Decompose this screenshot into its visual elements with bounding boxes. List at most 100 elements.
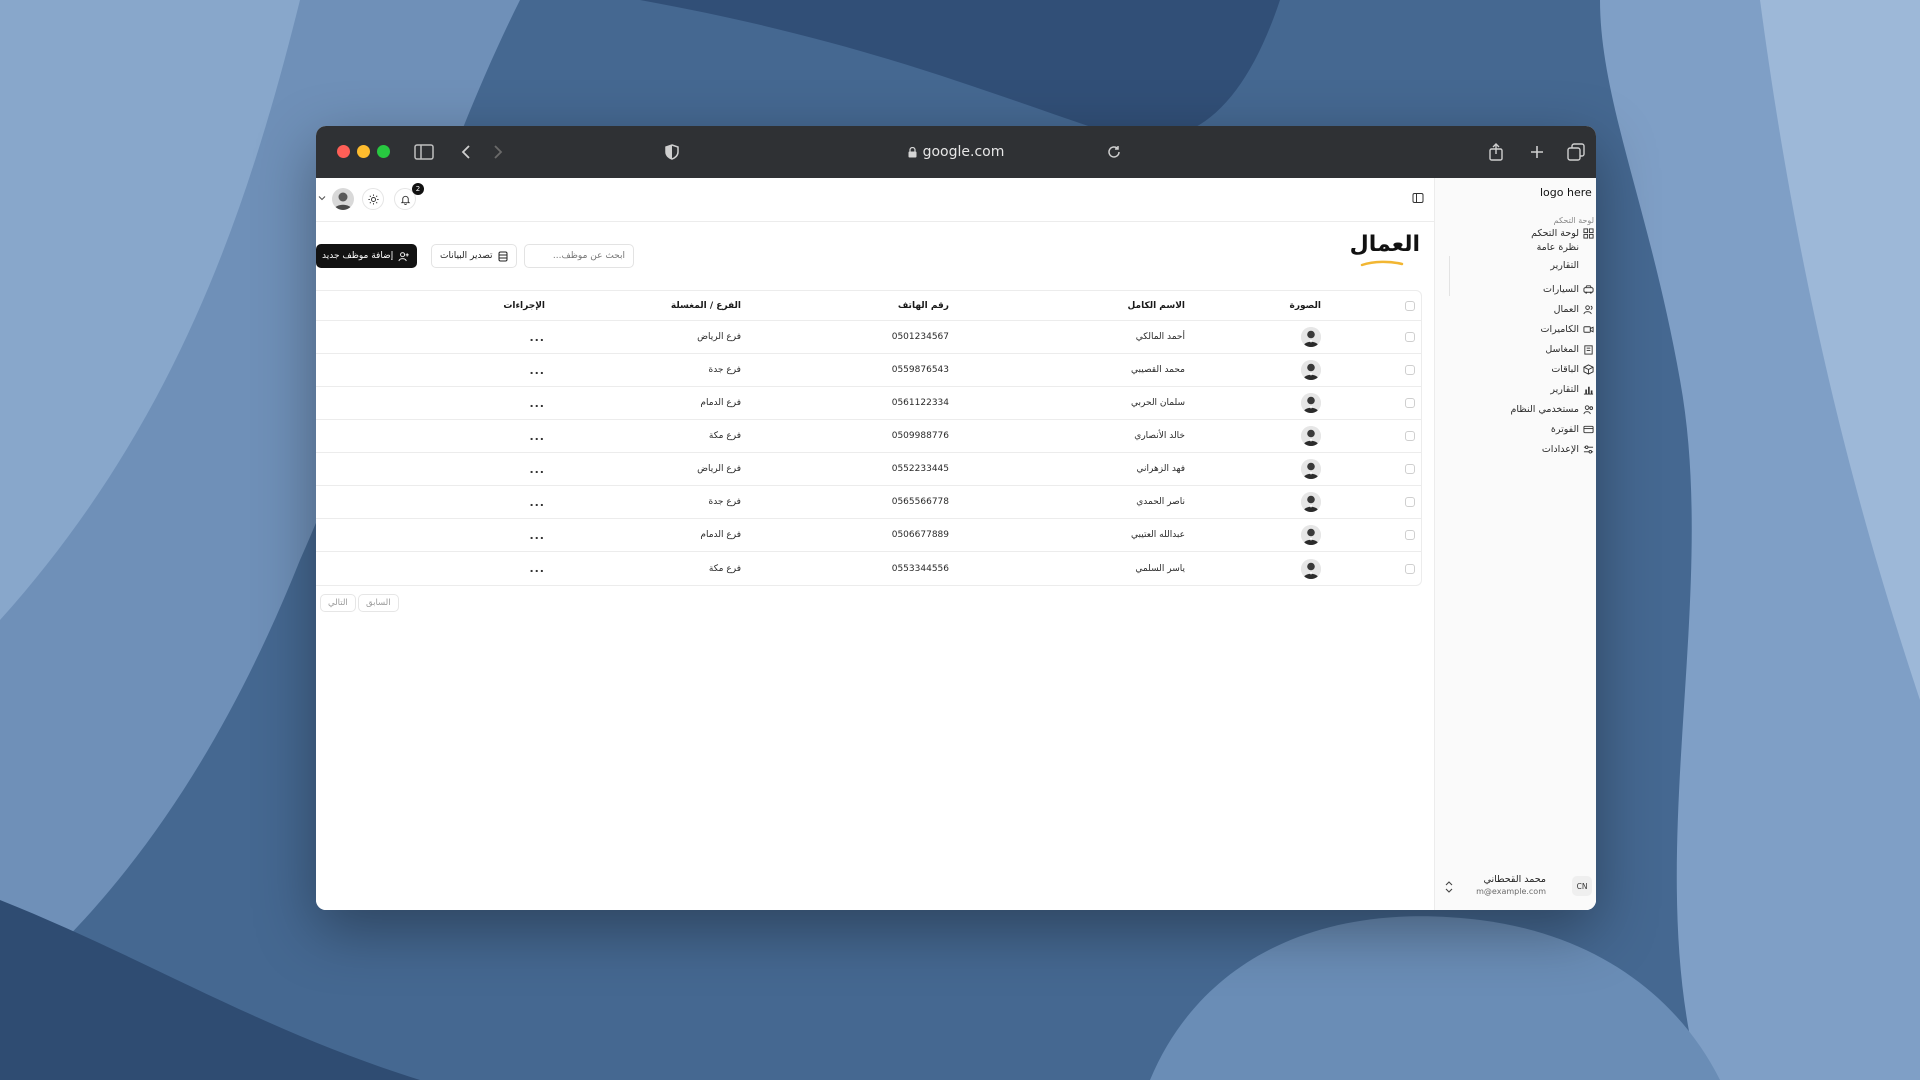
sidebar-sub-item[interactable]: التقارير (1550, 260, 1579, 271)
web-content: 2 العمال إضافة موظف جديد تصدير البيانات … (316, 178, 1596, 910)
row-checkbox[interactable] (1405, 365, 1415, 375)
table-row: سلمان الحربي 0561122334 فرع الدمام... (316, 387, 1421, 420)
table-row: ياسر السلمي 0553344556 فرع مكة... (316, 552, 1421, 585)
sidebar-item-label: التقارير (1550, 383, 1579, 395)
back-icon[interactable] (454, 140, 478, 164)
row-photo-cell (1301, 552, 1321, 585)
row-actions-menu-button[interactable]: ... (529, 463, 545, 476)
sidebar-item-label: الإعدادات (1541, 443, 1579, 455)
employee-branch: فرع الدمام (700, 530, 741, 540)
row-actions-menu-button[interactable]: ... (529, 331, 545, 344)
bell-icon (400, 195, 410, 205)
share-icon[interactable] (1484, 140, 1508, 164)
export-data-button[interactable]: تصدير البيانات (431, 244, 517, 268)
address-bar[interactable]: google.com (856, 142, 1056, 162)
row-checkbox[interactable] (1405, 431, 1415, 441)
reload-icon[interactable] (1102, 140, 1126, 164)
dashboard-icon (1583, 227, 1594, 239)
close-window-button[interactable] (337, 145, 350, 158)
sun-icon (367, 193, 379, 205)
new-tab-icon[interactable] (1525, 140, 1549, 164)
sidebar-sub-item[interactable]: نظرة عامة (1537, 242, 1579, 253)
sidebar-item-label: الباقات (1551, 363, 1579, 375)
user-avatar[interactable] (332, 188, 354, 210)
chevrons-up-down-icon (1445, 881, 1453, 893)
database-icon (498, 251, 508, 261)
add-employee-button[interactable]: إضافة موظف جديد (316, 244, 418, 268)
user-profile-menu[interactable]: CN محمد القحطاني m@example.com (1444, 874, 1592, 900)
row-actions-menu-button[interactable]: ... (529, 562, 545, 575)
browser-window: google.com 2 العمال إضافة موظف جديد تصدي… (316, 126, 1596, 910)
sidebar-item-chart[interactable]: التقارير (1550, 380, 1594, 398)
theme-toggle-button[interactable] (362, 188, 384, 210)
employee-avatar (1301, 426, 1321, 446)
row-actions-cell: ... (529, 420, 545, 452)
app-sidebar: logo here لوحة التحكم لوحة التحكم السيارا… (1434, 178, 1596, 910)
sidebar-item-card[interactable]: الفوترة (1551, 420, 1594, 438)
app-topbar: 2 (316, 178, 1434, 222)
row-select-cell (1405, 354, 1415, 386)
employee-phone: 0552233445 (891, 464, 949, 474)
tab-overview-icon[interactable] (1564, 140, 1588, 164)
sidebar-toggle-icon[interactable] (412, 140, 436, 164)
table-row: عبدالله العتيبي 0506677889 فرع الدمام... (316, 519, 1421, 552)
row-actions-menu-button[interactable]: ... (529, 529, 545, 542)
logo: logo here (1540, 186, 1592, 199)
select-all-checkbox[interactable] (1405, 300, 1415, 311)
employee-phone: 0501234567 (891, 332, 949, 342)
sidebar-item-settings[interactable]: الإعدادات (1542, 440, 1594, 458)
row-actions-menu-button[interactable]: ... (529, 496, 545, 509)
user-initials-avatar: CN (1572, 876, 1592, 896)
employee-name: ناصر الحمدي (1136, 497, 1185, 507)
privacy-shield-icon[interactable] (660, 140, 684, 164)
sidebar-item-car[interactable]: السيارات (1543, 280, 1594, 298)
maximize-window-button[interactable] (377, 145, 390, 158)
table-row: فهد الزهراني 0552233445 فرع الرياض... (316, 453, 1421, 486)
main-area: 2 العمال إضافة موظف جديد تصدير البيانات … (316, 178, 1434, 910)
row-actions-cell: ... (529, 552, 545, 585)
user-name: محمد القحطاني (1483, 874, 1546, 885)
previous-page-button[interactable]: السابق (358, 594, 399, 612)
employee-avatar (1301, 327, 1321, 347)
table-row: أحمد المالكي 0501234567 فرع الرياض... (316, 321, 1421, 354)
sidebar-item-package[interactable]: الباقات (1551, 360, 1594, 378)
sidebar-item-dashboard[interactable]: لوحة التحكم (1531, 224, 1594, 242)
sidebar-item-user-group[interactable]: مستخدمي النظام (1510, 400, 1594, 418)
column-header-name: الاسم الكامل (1127, 300, 1185, 311)
row-checkbox[interactable] (1405, 398, 1415, 408)
row-checkbox[interactable] (1405, 464, 1415, 474)
employee-search-input[interactable] (524, 244, 634, 268)
row-actions-menu-button[interactable]: ... (529, 430, 545, 443)
row-actions-cell: ... (529, 387, 545, 419)
table-row: خالد الأنصاري 0509988776 فرع مكة... (316, 420, 1421, 453)
next-page-button[interactable]: التالي (320, 594, 356, 612)
employee-phone: 0559876543 (891, 365, 949, 375)
row-checkbox[interactable] (1405, 497, 1415, 507)
row-photo-cell (1301, 486, 1321, 518)
car-icon (1583, 284, 1594, 294)
row-photo-cell (1301, 387, 1321, 419)
row-checkbox[interactable] (1405, 332, 1415, 342)
row-actions-menu-button[interactable]: ... (529, 364, 545, 377)
chart-icon (1583, 386, 1594, 395)
minimize-window-button[interactable] (357, 145, 370, 158)
row-actions-menu-button[interactable]: ... (529, 397, 545, 410)
row-checkbox[interactable] (1405, 530, 1415, 540)
employee-branch: فرع جدة (708, 365, 741, 375)
row-actions-cell: ... (529, 354, 545, 386)
row-photo-cell (1301, 354, 1321, 386)
column-header-actions: الإجراءات (503, 300, 545, 311)
sidebar-item-camera[interactable]: الكاميرات (1541, 320, 1594, 338)
panel-toggle-icon[interactable] (1412, 192, 1424, 204)
sidebar-item-label: الفوترة (1550, 423, 1579, 435)
chevron-down-icon[interactable] (318, 194, 326, 202)
sidebar-item-users[interactable]: العمال (1554, 300, 1594, 318)
row-checkbox[interactable] (1405, 563, 1415, 574)
row-select-cell (1405, 453, 1415, 485)
row-select-cell (1405, 420, 1415, 452)
forward-icon[interactable] (486, 140, 510, 164)
sidebar-item-label: العمال (1553, 303, 1579, 315)
notification-badge: 2 (412, 183, 424, 195)
title-underline-decoration (1360, 260, 1404, 267)
sidebar-item-building[interactable]: المغاسل (1545, 340, 1594, 358)
